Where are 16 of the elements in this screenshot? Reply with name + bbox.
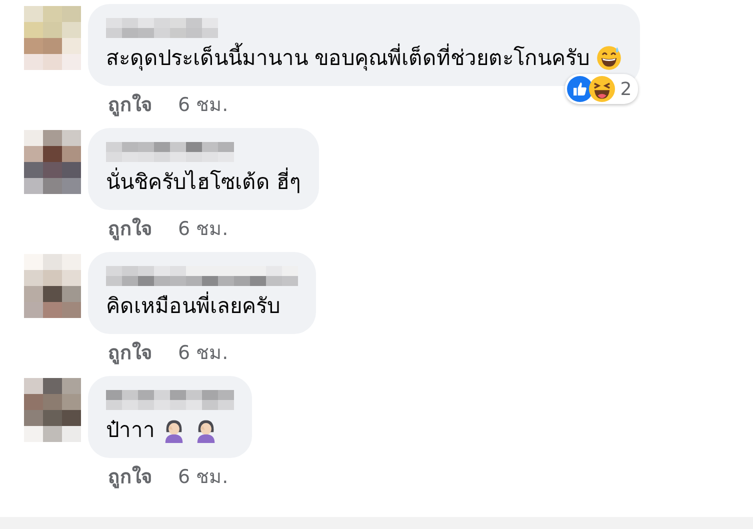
like-link[interactable]: ถูกใจ <box>108 216 152 242</box>
like-link[interactable]: ถูกใจ <box>108 340 152 366</box>
comment-text: สะดุดประเด็นนี้มานาน ขอบคุณพี่เต็ดที่ช่วยตะโกนครับ <box>106 42 590 74</box>
comment-text: ป๋าาา <box>106 417 155 444</box>
comment-time[interactable]: 6 ชม. <box>178 340 228 366</box>
laughing-face-icon <box>589 76 616 102</box>
comment-time[interactable]: 6 ชม. <box>178 464 228 490</box>
reaction-badge[interactable]: 2 <box>565 74 638 104</box>
comment-text: คิดเหมือนพี่เลยครับ <box>106 290 280 322</box>
like-link[interactable]: ถูกใจ <box>108 92 152 118</box>
comment-text: นั่นชิครับไฮโซเต้ด ฮี่ๆ <box>106 166 301 198</box>
grinning-emoji-icon <box>596 45 622 71</box>
like-link[interactable]: ถูกใจ <box>108 464 152 490</box>
thumbs-up-icon <box>567 76 594 102</box>
comment-time[interactable]: 6 ชม. <box>178 216 228 242</box>
comment-time[interactable]: 6 ชม. <box>178 92 228 118</box>
